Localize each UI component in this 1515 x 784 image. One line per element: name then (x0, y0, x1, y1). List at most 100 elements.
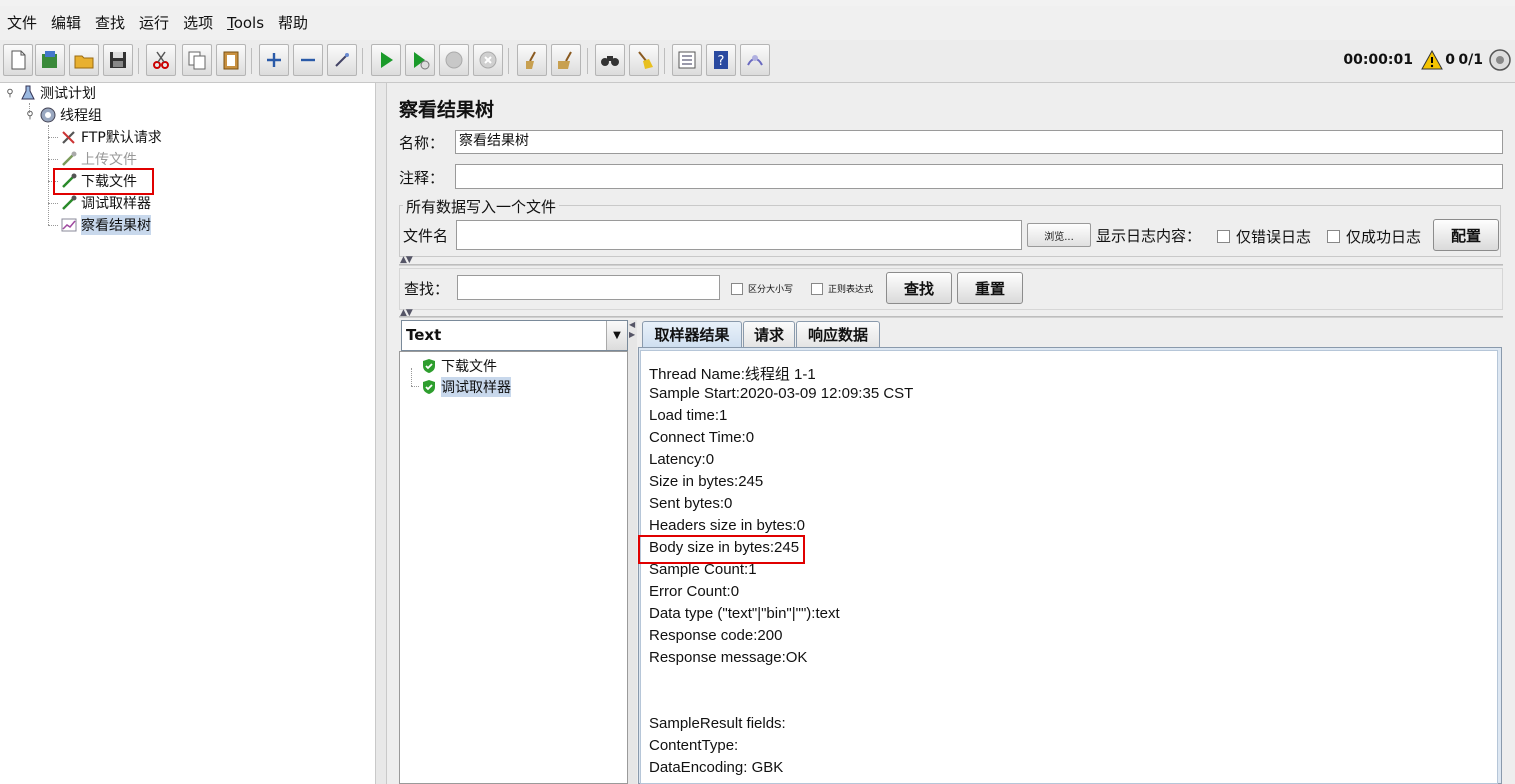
name-input[interactable]: 察看结果树 (455, 130, 1503, 154)
new-button[interactable] (3, 44, 33, 76)
chart-icon (60, 216, 78, 234)
pipette-icon (60, 150, 78, 168)
copy-button[interactable] (182, 44, 212, 76)
new-file-icon (11, 50, 26, 70)
open-folder-icon (74, 55, 94, 69)
menu-file[interactable]: 文件 (0, 6, 44, 40)
menu-edit[interactable]: 编辑 (44, 6, 88, 40)
wand-icon (335, 53, 349, 67)
broom-icon (526, 51, 536, 69)
menu-search[interactable]: 查找 (88, 6, 132, 40)
configure-button[interactable]: 配置 (1433, 219, 1499, 251)
success-only-checkbox[interactable]: 仅成功日志 (1327, 226, 1421, 247)
tree-item-upload-file[interactable]: 上传文件 (60, 149, 137, 169)
cut-button[interactable] (146, 44, 176, 76)
result-item-download[interactable]: 下载文件 (420, 356, 497, 376)
result-line: Size in bytes:245 (649, 473, 764, 490)
play-no-timer-icon (414, 52, 430, 70)
elapsed-timer: 00:00:01 (1343, 52, 1413, 68)
menu-run[interactable]: 运行 (132, 6, 176, 40)
sampler-result-text[interactable]: Thread Name:线程组 1-1 Sample Start:2020-03-… (640, 350, 1498, 784)
open-button[interactable] (69, 44, 99, 76)
menu-options[interactable]: 选项 (176, 6, 220, 40)
brush-icon (638, 51, 653, 69)
function-helper-button[interactable] (672, 44, 702, 76)
flask-icon (19, 84, 37, 102)
result-line: Data type ("text"|"bin"|""):text (649, 605, 840, 622)
shutdown-icon (479, 51, 497, 69)
save-icon (110, 52, 126, 68)
start-button[interactable] (371, 44, 401, 76)
remote-button[interactable] (740, 44, 770, 76)
tree-toggle-icon[interactable]: ⚲ (4, 84, 16, 102)
result-line: Load time:1 (649, 407, 728, 424)
result-line: Response code:200 (649, 627, 783, 644)
test-plan-tree: ⚲ 测试计划 ⚲ 线程组 FTP默认请求 上传文件 下载文件 调试取样器 察看结… (0, 83, 375, 784)
tab-sampler-result[interactable]: 取样器结果 (642, 321, 742, 347)
success-shield-icon (420, 378, 438, 396)
svg-text:?: ? (718, 54, 725, 69)
clipboard-icon (223, 51, 239, 70)
shutdown-button[interactable] (473, 44, 503, 76)
log-display-label: 显示日志内容： (1096, 227, 1202, 245)
comment-label: 注释： (399, 169, 445, 187)
search-input[interactable] (457, 275, 720, 300)
templates-button[interactable] (35, 44, 65, 76)
filename-input[interactable] (456, 220, 1022, 250)
find-button[interactable] (595, 44, 625, 76)
clear-all-button[interactable] (551, 44, 581, 76)
pane-splitter[interactable] (375, 83, 387, 784)
regex-checkbox[interactable]: 正则表达式 (811, 282, 873, 295)
expand-button[interactable] (259, 44, 289, 76)
tree-item-ftp-defaults[interactable]: FTP默认请求 (60, 127, 162, 147)
tab-response-data[interactable]: 响应数据 (796, 321, 880, 347)
result-line: Sample Start:2020-03-09 12:09:35 CST (649, 385, 914, 402)
renderer-select[interactable]: Text ▼ (401, 320, 628, 351)
tree-item-debug-sampler[interactable]: 调试取样器 (60, 193, 151, 213)
errors-only-checkbox[interactable]: 仅错误日志 (1217, 226, 1311, 247)
collapse-button[interactable] (293, 44, 323, 76)
toggle-button[interactable] (327, 44, 357, 76)
success-shield-icon (420, 357, 438, 375)
stop-button[interactable] (439, 44, 469, 76)
save-button[interactable] (103, 44, 133, 76)
tab-request[interactable]: 请求 (743, 321, 795, 347)
tree-toggle-icon[interactable]: ⚲ (24, 106, 36, 124)
highlight-box-body-size (638, 535, 805, 564)
browse-button[interactable]: 浏览... (1027, 223, 1091, 247)
tree-item-test-plan[interactable]: ⚲ 测试计划 (4, 83, 96, 103)
highlight-box-download (53, 168, 154, 195)
result-line: Latency:0 (649, 451, 715, 468)
paste-button[interactable] (216, 44, 246, 76)
tree-item-view-results-tree[interactable]: 察看结果树 (60, 215, 151, 235)
warning-icon[interactable] (1421, 49, 1443, 75)
minus-icon (301, 58, 315, 62)
menu-help[interactable]: 帮助 (271, 6, 315, 40)
chevron-down-icon[interactable]: ▼ (606, 321, 627, 350)
comment-input[interactable] (455, 164, 1503, 189)
pipette-icon (60, 194, 78, 212)
error-count: 0 (1445, 52, 1455, 68)
reset-search-button[interactable] (629, 44, 659, 76)
view-results-tree-panel: 察看结果树 名称： 察看结果树 注释： 所有数据写入一个文件 文件名 浏览...… (387, 83, 1515, 784)
stop-icon (445, 51, 463, 69)
tree-item-thread-group[interactable]: ⚲ 线程组 (24, 105, 102, 125)
clear-button[interactable] (517, 44, 547, 76)
reset-button[interactable]: 重置 (957, 272, 1023, 304)
case-sensitive-checkbox[interactable]: 区分大小写 (731, 282, 793, 295)
start-no-pauses-button[interactable] (405, 44, 435, 76)
find-text-button[interactable]: 查找 (886, 272, 952, 304)
templates-icon (42, 51, 57, 68)
result-line: DataEncoding: GBK (649, 759, 784, 776)
wrench-icon (60, 128, 78, 146)
menu-bar: 文件 编辑 查找 运行 选项 Tools 帮助 (0, 6, 1515, 40)
result-line: ContentType: (649, 737, 739, 754)
help-icon: ? (714, 51, 728, 69)
result-line: Response message:OK (649, 649, 808, 666)
help-button[interactable]: ? (706, 44, 736, 76)
broom-all-icon (558, 51, 572, 69)
result-item-debug-sampler[interactable]: 调试取样器 (420, 377, 511, 397)
results-splitter[interactable]: ◀ ▶ (628, 320, 637, 784)
menu-tools[interactable]: Tools (220, 6, 271, 40)
filename-label: 文件名 (403, 227, 449, 245)
